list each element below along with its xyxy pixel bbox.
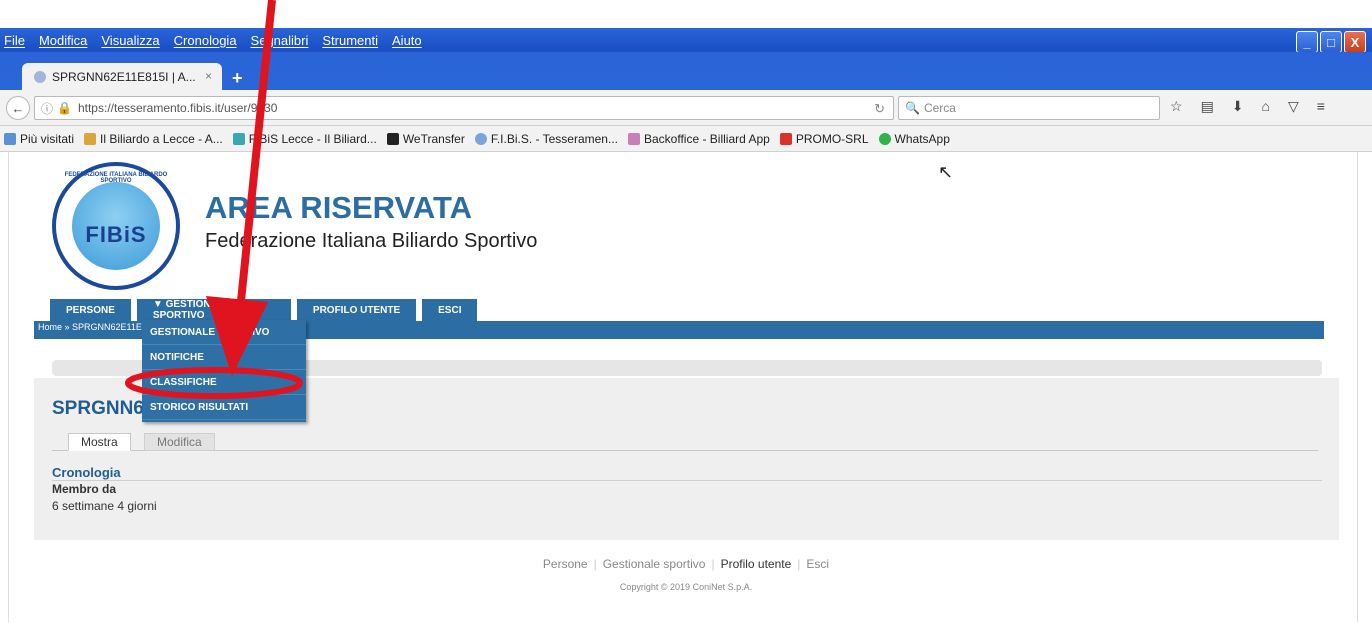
annotation-ellipse [125,367,303,399]
browser-window: File Modifica Visualizza Cronologia Segn… [0,0,1372,623]
annotation-arrow-shaft [234,0,276,331]
annotation-arrow-head [206,296,268,376]
annotation-overlay [125,0,303,399]
